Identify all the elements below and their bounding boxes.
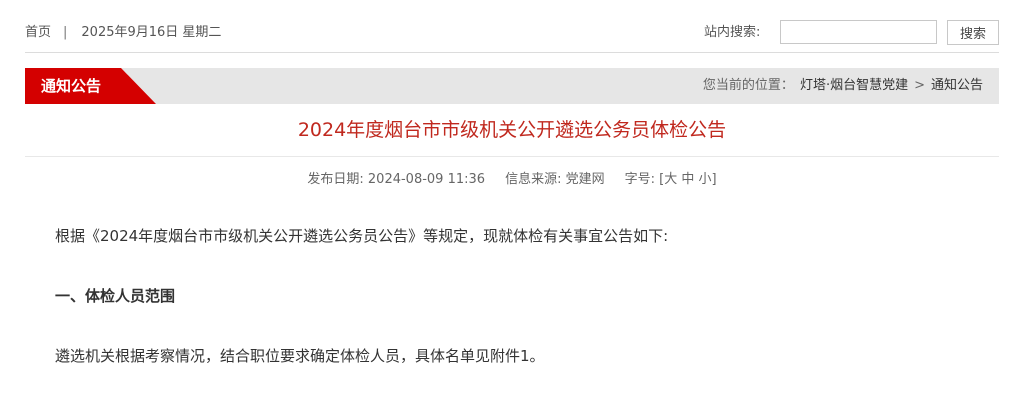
search-label: 站内搜索: — [704, 25, 761, 40]
font-size-bracket-close: ] — [711, 172, 717, 187]
breadcrumb-separator: > — [914, 78, 925, 93]
breadcrumb-item-notices[interactable]: 通知公告 — [931, 78, 983, 93]
font-size-large[interactable]: 大 — [664, 172, 677, 187]
breadcrumb-item-home[interactable]: 灯塔·烟台智慧党建 — [800, 78, 908, 93]
source-label: 信息来源: — [505, 172, 562, 187]
section-tab: 通知公告 — [25, 68, 156, 104]
title-divider — [25, 156, 999, 157]
breadcrumb-prefix: 您当前的位置： — [702, 78, 794, 93]
search-input[interactable] — [780, 20, 937, 44]
top-bar-left: 首页 | 2025年9月16日 星期二 — [25, 25, 221, 41]
font-size-label: 字号: — [624, 172, 655, 187]
article-paragraph: 遴选机关根据考察情况，结合职位要求确定体检人员，具体名单见附件1。 — [55, 347, 545, 365]
publish-date-label: 发布日期: — [307, 172, 364, 187]
page: 首页 | 2025年9月16日 星期二 站内搜索: 搜索 通知公告 您当前的位置： 灯… — [25, 0, 999, 365]
article-meta: 发布日期: 2024-08-09 11:36 信息来源: 党建网 字号: [大 中 … — [25, 172, 999, 188]
top-bar-separator: | — [63, 25, 68, 40]
font-size-medium[interactable]: 中 — [681, 172, 694, 187]
font-size-small[interactable]: 小 — [699, 172, 712, 187]
publish-date: 2024-08-09 11:36 — [367, 172, 486, 187]
search-button[interactable]: 搜索 — [947, 20, 999, 45]
section-title: 通知公告 — [41, 77, 102, 95]
article-title: 2024年度烟台市市级机关公开遴选公务员体检公告 — [297, 119, 727, 141]
home-link[interactable]: 首页 — [25, 25, 51, 40]
current-date: 2025年9月16日 星期二 — [81, 25, 222, 40]
breadcrumb: 您当前的位置： 灯塔·烟台智慧党建 > 通知公告 — [703, 78, 983, 94]
top-bar: 首页 | 2025年9月16日 星期二 站内搜索: 搜索 — [25, 0, 999, 53]
section-bar: 通知公告 您当前的位置： 灯塔·烟台智慧党建 > 通知公告 — [25, 68, 999, 104]
source-value: 党建网 — [565, 172, 605, 187]
article-section-heading: 一、体检人员范围 — [55, 287, 176, 305]
article-paragraph: 根据《2024年度烟台市市级机关公开遴选公务员公告》等规定，现就体检有关事宜公告… — [55, 227, 669, 245]
